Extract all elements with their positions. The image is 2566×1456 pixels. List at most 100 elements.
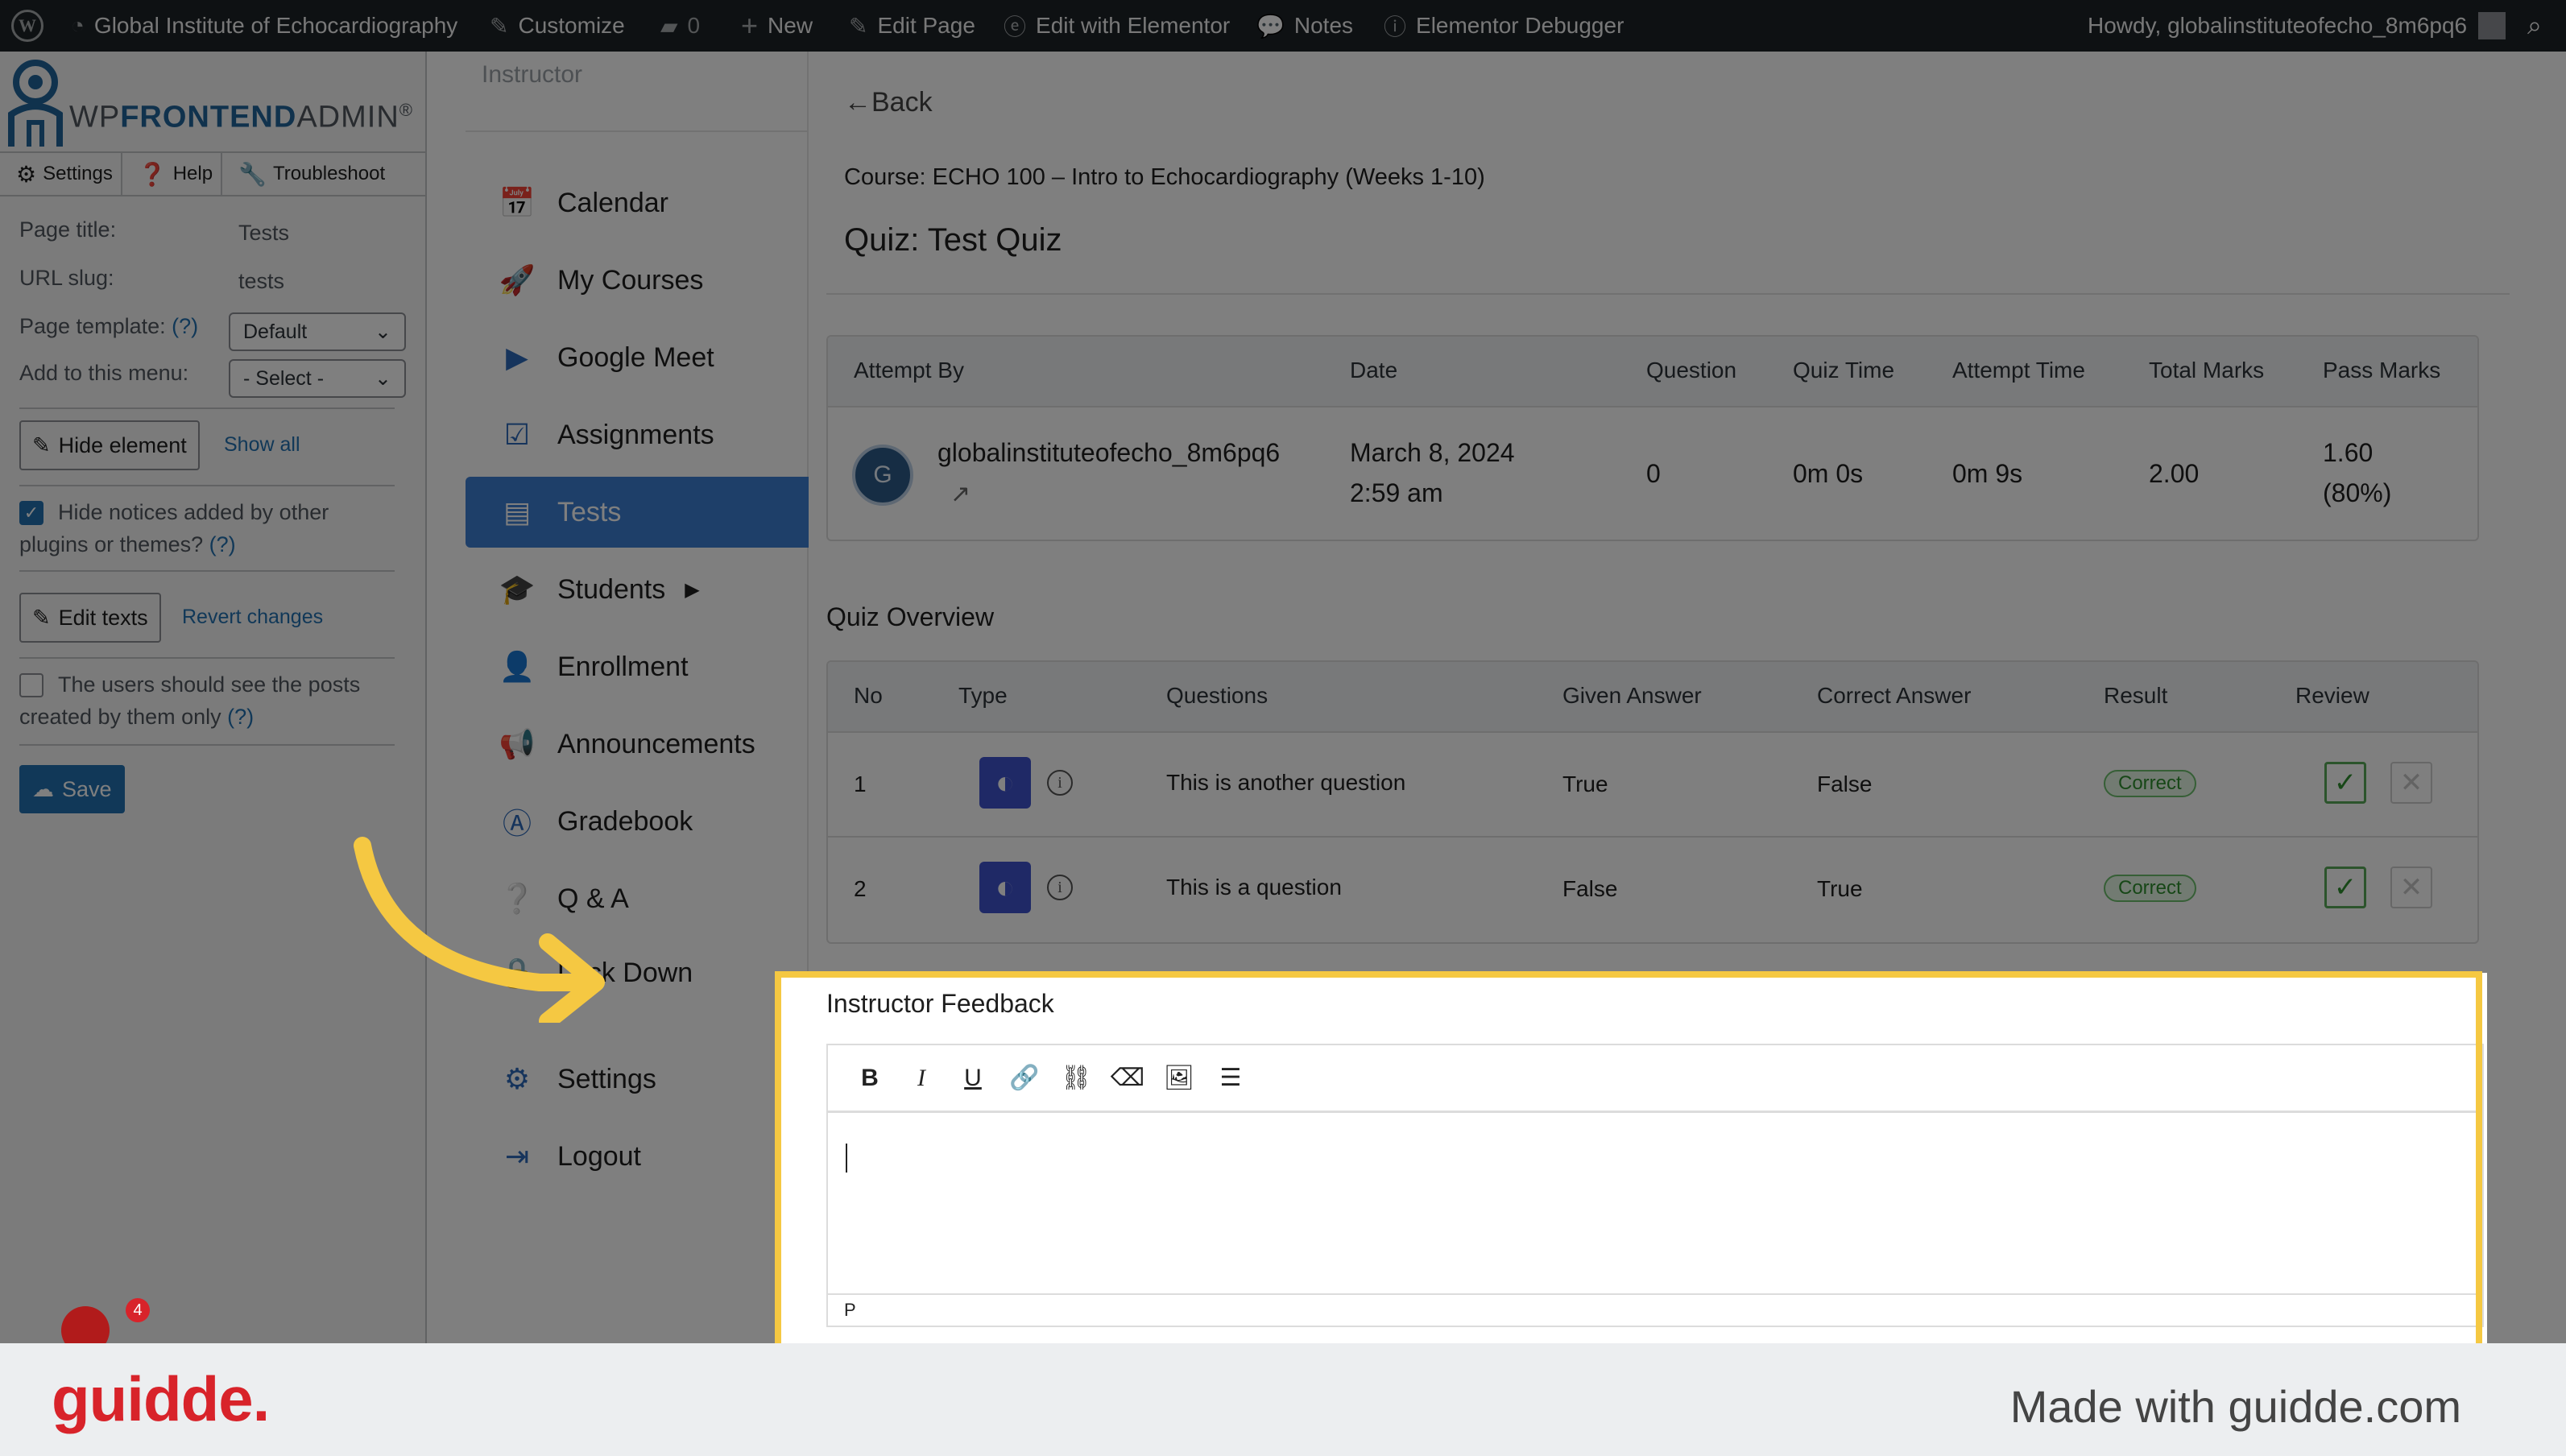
back-link[interactable]: ←Back — [844, 87, 933, 118]
status-badge: Correct — [2104, 875, 2196, 902]
nav-item-lockdown[interactable]: 🔒 Lock Down — [466, 937, 809, 1008]
show-all-link[interactable]: Show all — [224, 433, 300, 457]
posts-help-link[interactable]: (?) — [227, 705, 254, 729]
status-badge: Correct — [2104, 770, 2196, 797]
user-icon: 👤 — [499, 650, 536, 683]
nav-item-assignments[interactable]: ☑ Assignments — [466, 399, 809, 470]
true-false-type-icon: ◐ — [979, 757, 1031, 809]
nav-item-logout[interactable]: ⇥ Logout — [466, 1121, 809, 1192]
info-icon[interactable]: i — [1047, 770, 1073, 796]
gear-icon: ⚙ — [503, 1062, 531, 1095]
nav-item-students[interactable]: 🎓 Students ▶ — [466, 554, 809, 625]
comments-link[interactable]: ▰ 0 — [660, 0, 700, 52]
guidde-logo: guidde. — [52, 1363, 270, 1434]
made-with-text: Made with guidde.com — [2009, 1381, 2461, 1432]
question-text: This is a question — [1166, 875, 1342, 900]
wpfa-sidebar: WPFRONTENDADMIN® ⚙ Settings ❓ Help 🔧 Troubl… — [0, 52, 427, 1343]
dashboard-icon: ◔ — [71, 13, 85, 38]
nav-item-calendar[interactable]: 📅 Calendar — [466, 168, 809, 238]
elementor-debugger-link[interactable]: ⓘ Elementor Debugger — [1384, 0, 1624, 52]
search-icon[interactable]: ⌕ — [2527, 0, 2542, 52]
add-to-menu-label: Add to this menu: — [19, 361, 189, 385]
comment-icon: ▰ — [660, 13, 678, 39]
correct-answer: True — [1817, 876, 1863, 901]
site-name-link[interactable]: ◔ Global Institute of Echocardiography — [71, 0, 457, 52]
mark-incorrect-button[interactable]: ✕ — [2390, 867, 2432, 908]
page-template-label: Page template: (?) — [19, 314, 199, 338]
given-answer: True — [1562, 771, 1608, 796]
divider — [19, 744, 395, 746]
chevron-down-icon: ⌄ — [375, 321, 391, 343]
tab-settings[interactable]: ⚙ Settings — [0, 153, 122, 195]
bullet-list-icon[interactable]: ☰ — [1205, 1056, 1256, 1101]
attempt-user: globalinstituteofecho_8m6pq6 — [937, 438, 1281, 467]
eraser-icon[interactable]: ⌫ — [1102, 1056, 1153, 1101]
notices-help-link[interactable]: (?) — [209, 532, 236, 556]
edit-page-link[interactable]: ✎ Edit Page — [849, 0, 975, 52]
graduation-cap-icon: 🎓 — [499, 573, 536, 606]
given-answer: False — [1562, 876, 1618, 901]
tab-help[interactable]: ❓ Help — [122, 153, 223, 195]
edit-elementor-link[interactable]: ⓔ Edit with Elementor — [1004, 0, 1230, 52]
user-avatar — [2478, 12, 2506, 39]
new-content-link[interactable]: + New — [741, 0, 813, 52]
guidde-footer: guidde. Made with guidde.com — [0, 1343, 2566, 1456]
external-link-icon[interactable]: ↗ — [950, 480, 971, 508]
page-title-label: Page title: — [19, 217, 117, 242]
notes-link[interactable]: 💬 Notes — [1256, 0, 1353, 52]
own-posts-label: The users should see the posts created b… — [19, 672, 361, 729]
divider — [19, 485, 395, 486]
divider — [19, 407, 395, 409]
divider — [19, 570, 395, 572]
account-menu[interactable]: Howdy, globalinstituteofecho_8m6pq6 — [2088, 0, 2506, 52]
nav-item-settings[interactable]: ⚙ Settings — [466, 1044, 809, 1115]
nav-item-announcements[interactable]: 📢 Announcements — [466, 709, 809, 780]
instructor-feedback: Instructor Feedback B I U 🔗 ⛓ ⌫ 🖼 ☰ P — [776, 973, 2487, 1359]
wpfa-tabs: ⚙ Settings ❓ Help 🔧 Troubleshoot — [0, 151, 425, 196]
correct-answer: False — [1817, 771, 1873, 796]
tab-troubleshoot[interactable]: 🔧 Troubleshoot — [222, 153, 393, 195]
course-name: Course: ECHO 100 – Intro to Echocardiogr… — [844, 164, 1485, 190]
row-number: 1 — [854, 771, 867, 796]
nav-item-my-courses[interactable]: 🚀 My Courses — [466, 245, 809, 316]
mark-incorrect-button[interactable]: ✕ — [2390, 762, 2432, 804]
nav-item-enrollment[interactable]: 👤 Enrollment — [466, 631, 809, 702]
bold-icon[interactable]: B — [844, 1056, 896, 1101]
editor-statusbar: P — [828, 1293, 2482, 1326]
table-header: Attempt By Date Question Quiz Time Attem… — [828, 337, 2477, 407]
rocket-icon: 🚀 — [499, 263, 536, 296]
url-slug-field[interactable]: tests — [238, 269, 284, 294]
calendar-icon: 📅 — [499, 186, 536, 219]
page-title-field[interactable]: Tests — [238, 221, 289, 246]
pencil-icon: ✎ — [32, 432, 51, 457]
mark-correct-button[interactable]: ✓ — [2324, 762, 2366, 804]
mark-correct-button[interactable]: ✓ — [2324, 867, 2366, 908]
menu-select[interactable]: - Select - ⌄ — [229, 359, 406, 398]
question-text: This is another question — [1166, 770, 1406, 795]
revert-changes-link[interactable]: Revert changes — [182, 606, 323, 629]
feedback-title: Instructor Feedback — [826, 989, 1054, 1018]
unlink-icon[interactable]: ⛓ — [1050, 1056, 1102, 1101]
customize-link[interactable]: ✎ Customize — [490, 0, 625, 52]
test-document-icon: ▤ — [503, 495, 531, 528]
edit-texts-button[interactable]: ✎ Edit texts — [19, 593, 161, 643]
plus-icon: + — [741, 9, 759, 42]
info-icon[interactable]: i — [1047, 875, 1073, 900]
nav-item-gradebook[interactable]: Ⓐ Gradebook — [466, 786, 809, 857]
link-icon[interactable]: 🔗 — [999, 1056, 1050, 1101]
save-button[interactable]: ☁ Save — [19, 765, 125, 813]
template-help-link[interactable]: (?) — [172, 314, 198, 338]
wp-logo-button[interactable]: W — [11, 0, 43, 52]
feedback-editor[interactable]: B I U 🔗 ⛓ ⌫ 🖼 ☰ P — [826, 1044, 2484, 1327]
page-template-select[interactable]: Default ⌄ — [229, 312, 406, 351]
avatar: G — [852, 445, 913, 506]
nav-item-qa[interactable]: ❔ Q & A — [466, 863, 809, 934]
nav-item-google-meet[interactable]: ▶ Google Meet — [466, 322, 809, 393]
underline-icon[interactable]: U — [947, 1056, 999, 1101]
hide-element-button[interactable]: ✎ Hide element — [19, 420, 200, 470]
italic-icon[interactable]: I — [896, 1056, 947, 1101]
nav-item-tests[interactable]: ▤ Tests — [466, 477, 809, 548]
text-cursor — [846, 1144, 847, 1173]
image-icon[interactable]: 🖼 — [1153, 1056, 1205, 1101]
checklist-icon: ☑ — [503, 418, 531, 451]
